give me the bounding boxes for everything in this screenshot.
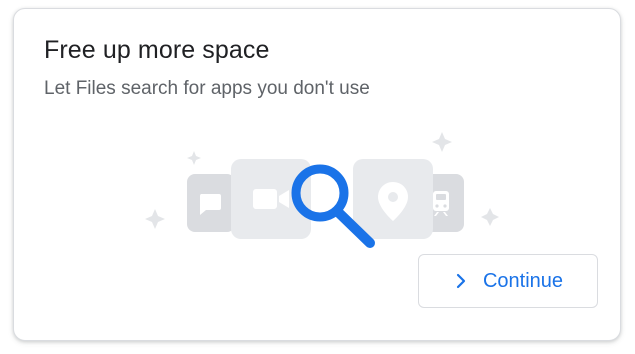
card-subtitle: Let Files search for apps you don't use <box>44 78 370 99</box>
sparkle-icon <box>145 209 165 229</box>
card-title: Free up more space <box>44 36 270 64</box>
continue-button[interactable]: Continue <box>418 254 598 308</box>
chevron-right-icon <box>456 273 466 289</box>
storage-suggestion-card: Free up more space Let Files search for … <box>13 8 621 341</box>
continue-button-label: Continue <box>482 269 564 292</box>
sparkle-icon <box>481 208 499 226</box>
chat-app-tile <box>187 174 235 232</box>
sparkle-icon <box>432 132 452 152</box>
apps-search-illustration <box>145 132 499 248</box>
location-app-tile <box>353 159 433 239</box>
sparkle-icon <box>187 151 201 165</box>
